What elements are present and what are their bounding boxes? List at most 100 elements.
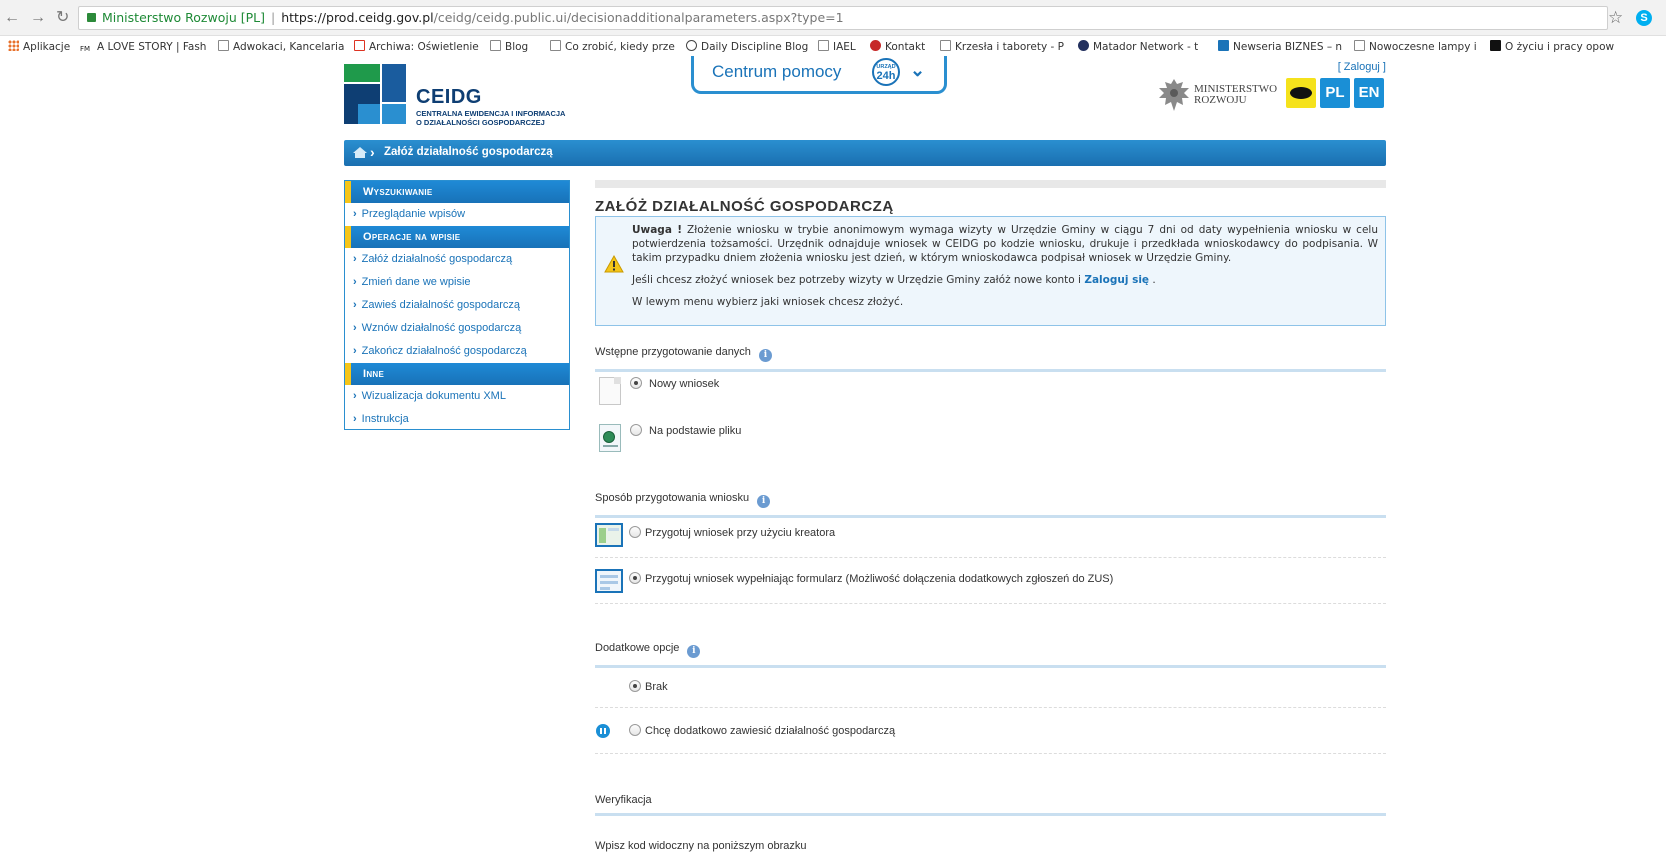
site-identity[interactable]: Ministerstwo Rozwoju [PL] — [102, 10, 265, 25]
sidebar-item-label: Zawieś działalność gospodarczą — [361, 299, 521, 311]
radio-suspend[interactable] — [629, 724, 641, 736]
chevron-right-icon: › — [353, 299, 357, 311]
option-from-file: Na podstawie pliku — [595, 412, 1386, 458]
logo-subtitle-line2: O DZIAŁALNOŚCI GOSPODARCZEJ — [416, 117, 545, 127]
page-icon — [818, 40, 829, 51]
notice-text: Uwaga ! Złożenie wniosku w trybie anonim… — [632, 223, 1378, 317]
high-contrast-eye-icon[interactable] — [1286, 78, 1316, 108]
bookmark-krzesla[interactable]: Krzesła i taborety - P — [940, 40, 1064, 54]
badge-main-text: 24h — [876, 70, 896, 82]
bookmark-apps[interactable]: Aplikacje — [8, 40, 70, 54]
lamp-icon — [354, 40, 365, 51]
bookmark-label: Aplikacje — [23, 41, 71, 53]
info-icon[interactable]: i — [757, 495, 771, 508]
notice-text-2: Jeśli chcesz złożyć wniosek bez potrzeby… — [632, 274, 1085, 286]
bookmark-archiwa[interactable]: Archiwa: Oświetlenie — [354, 40, 479, 54]
file-import-icon — [599, 424, 621, 452]
url-input[interactable]: Ministerstwo Rozwoju [PL] | https://prod.c… — [78, 6, 1608, 30]
bookmark-label: Blog — [505, 41, 529, 53]
warning-icon — [604, 255, 624, 273]
sidebar-item-label: Zakończ działalność gospodarczą — [361, 345, 527, 357]
sidebar-item-resume[interactable]: › Wznów działalność gospodarczą — [345, 317, 569, 340]
sidebar-section-operations: Operacje na wpisie — [345, 226, 569, 248]
login-link-inline[interactable]: Zaloguj się — [1084, 274, 1149, 286]
chevron-right-icon: › — [353, 413, 357, 425]
eagle-emblem-icon — [1159, 79, 1189, 111]
sidebar-item-suspend[interactable]: › Zawieś działalność gospodarczą — [345, 294, 569, 317]
sidebar: Wyszukiwanie › Przeglądanie wpisów Operac… — [344, 180, 570, 430]
help-center-label: Centrum pomocy — [712, 62, 842, 81]
info-icon[interactable]: i — [687, 645, 701, 658]
radio-from-file[interactable] — [630, 424, 642, 436]
option-label: Przygotuj wniosek przy użyciu kreatora — [645, 527, 836, 539]
logo-subtitle: CENTRALNA EWIDENCJA I INFORMACJA O DZIAŁ… — [416, 109, 565, 127]
logo-block — [358, 104, 380, 124]
bookmark-kontakt[interactable]: Kontakt — [870, 40, 925, 54]
option-label: Brak — [645, 681, 668, 693]
bookmark-label: Adwokaci, Kancelaria — [233, 41, 345, 53]
radio-form[interactable] — [629, 572, 641, 584]
reload-icon[interactable]: ↻ — [56, 9, 69, 27]
eye-shape — [1290, 87, 1312, 99]
bookmark-label: Nowoczesne lampy i — [1369, 41, 1477, 53]
bookmark-love-story[interactable]: FM A LOVE STORY | Fash — [80, 40, 206, 55]
chevron-right-icon: › — [353, 208, 357, 220]
bookmark-newseria[interactable]: Newseria BIZNES – n — [1218, 40, 1342, 54]
bookmark-adwokaci[interactable]: Adwokaci, Kancelaria — [218, 40, 344, 54]
ministry-logo[interactable]: MINISTERSTWO ROZWOJU — [1156, 72, 1286, 118]
bookmark-iael[interactable]: IAEL — [818, 40, 856, 54]
bookmarks-bar: Aplikacje FM A LOVE STORY | Fash Adwokaci… — [0, 36, 1666, 58]
sidebar-item-browse[interactable]: › Przeglądanie wpisów — [345, 203, 569, 226]
office-24h-icon: URZĄD 24h — [872, 58, 900, 86]
bookmark-label: Archiwa: Oświetlenie — [369, 41, 479, 53]
bookmark-matador[interactable]: Matador Network - t — [1078, 40, 1198, 54]
radio-wizard[interactable] — [629, 526, 641, 538]
script-icon — [550, 40, 561, 51]
bookmark-blog[interactable]: Blog — [490, 40, 528, 54]
chevron-down-icon: ⌄ — [910, 60, 926, 80]
ceidg-logo[interactable]: CEIDG CENTRALNA EWIDENCJA I INFORMACJA O… — [344, 64, 604, 128]
notice-text-1: Złożenie wniosku w trybie anonimowym wym… — [632, 224, 1378, 264]
back-icon[interactable]: ← — [4, 9, 20, 27]
radio-none[interactable] — [629, 680, 641, 692]
sidebar-item-label: Wizualizacja dokumentu XML — [361, 390, 506, 402]
sidebar-item-register[interactable]: › Załóż działalność gospodarczą — [345, 248, 569, 271]
sidebar-item-change[interactable]: › Zmień dane we wpisie — [345, 271, 569, 294]
sidebar-item-manual[interactable]: › Instrukcja — [345, 408, 569, 431]
chevron-right-icon: › — [353, 322, 357, 334]
sidebar-item-label: Przeglądanie wpisów — [361, 208, 466, 220]
lang-en-button[interactable]: EN — [1354, 78, 1384, 108]
bookmark-lampy[interactable]: Nowoczesne lampy i — [1354, 40, 1477, 54]
globe-mark — [603, 431, 615, 443]
sidebar-item-xml[interactable]: › Wizualizacja dokumentu XML — [345, 385, 569, 408]
browser-chrome: ← → ↻ Ministerstwo Rozwoju [PL] | https://… — [0, 0, 1666, 60]
bookmark-star-icon[interactable]: ☆ — [1608, 8, 1623, 28]
section-title-label: Sposób przygotowania wniosku — [595, 492, 750, 504]
skype-extension-icon[interactable]: S — [1636, 10, 1652, 26]
bookmark-co-zrobic[interactable]: Co zrobić, kiedy prze — [550, 40, 675, 54]
logo-block — [382, 64, 406, 102]
bookmark-label: A LOVE STORY | Fash — [97, 41, 207, 53]
chevron-right-icon: › — [353, 345, 357, 357]
bookmark-label: IAEL — [833, 41, 856, 53]
ministry-name: MINISTERSTWO ROZWOJU — [1194, 84, 1277, 106]
info-icon[interactable]: i — [758, 349, 772, 362]
bookmark-label: Matador Network - t — [1093, 41, 1199, 53]
fm-icon: FM — [80, 45, 91, 53]
bookmark-o-zyciu[interactable]: O życiu i pracy opow — [1490, 40, 1614, 54]
forward-icon[interactable]: → — [30, 9, 46, 27]
help-center-dropdown[interactable]: Centrum pomocy URZĄD 24h ⌄ — [691, 56, 947, 94]
notice-text-2-end: . — [1149, 274, 1156, 286]
wizard-bar — [599, 528, 606, 543]
login-link[interactable]: [ Zaloguj ] — [1338, 61, 1386, 73]
home-icon[interactable] — [352, 146, 368, 159]
radio-new-application[interactable] — [630, 377, 642, 389]
bookmark-label: Daily Discipline Blog — [701, 41, 809, 53]
option-label: Na podstawie pliku — [649, 425, 742, 437]
sidebar-item-close[interactable]: › Zakończ działalność gospodarczą — [345, 340, 569, 363]
option-suspend: Chcę dodatkowo zawiesić działalność gosp… — [595, 708, 1386, 754]
lang-pl-button[interactable]: PL — [1320, 78, 1350, 108]
bookmark-daily-discipline[interactable]: Daily Discipline Blog — [686, 40, 808, 54]
kontakt-icon — [870, 40, 881, 51]
logo-block — [382, 104, 406, 124]
